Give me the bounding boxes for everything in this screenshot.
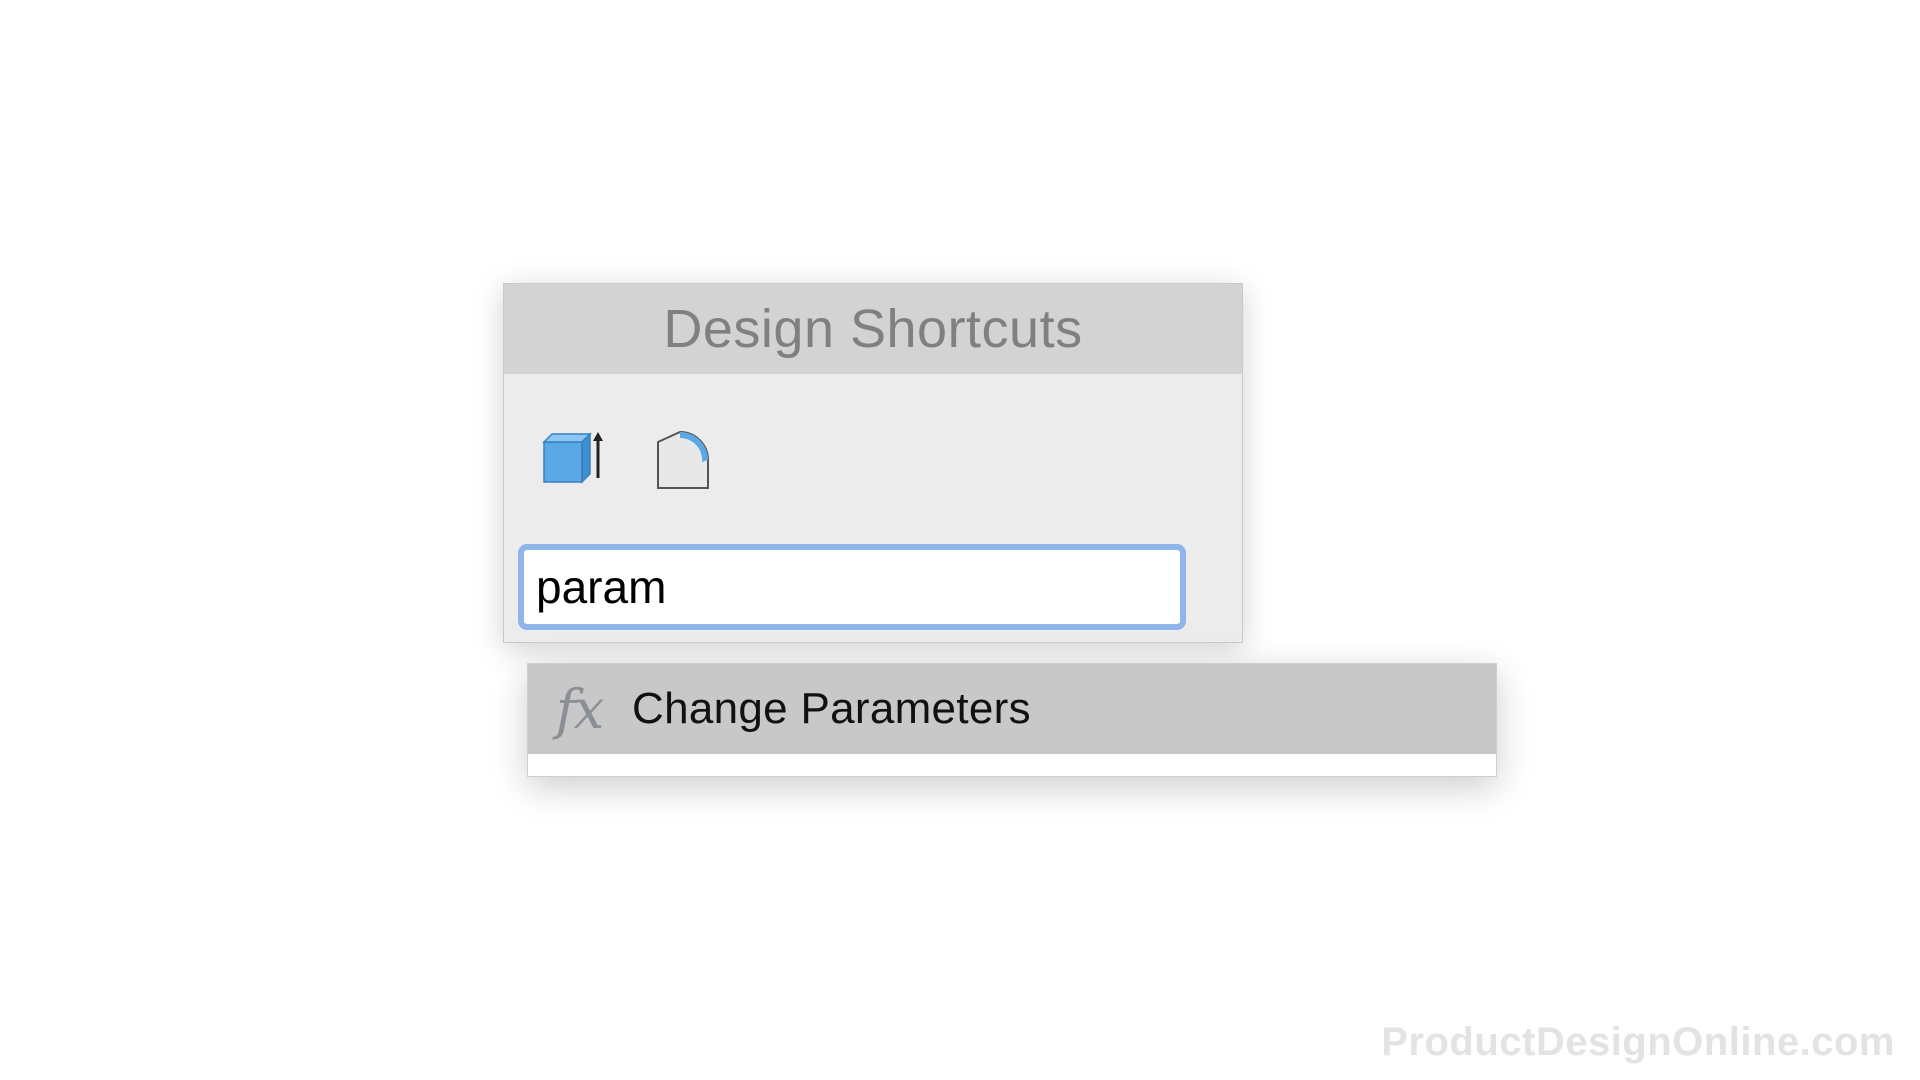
- result-label: Change Parameters: [632, 684, 1031, 733]
- search-results-dropdown: fx Change Parameters: [527, 663, 1497, 777]
- search-field-container: [518, 544, 1186, 630]
- fillet-button[interactable]: [650, 430, 716, 496]
- extrude-button[interactable]: [538, 430, 604, 496]
- panel-title: Design Shortcuts: [504, 284, 1242, 374]
- extrude-icon: [538, 428, 604, 499]
- search-input[interactable]: [524, 550, 1180, 624]
- watermark: ProductDesignOnline.com: [1381, 1020, 1895, 1064]
- result-item-change-parameters[interactable]: fx Change Parameters: [528, 664, 1496, 754]
- shortcut-toolbar: [538, 430, 716, 496]
- design-shortcuts-panel: Design Shortcuts: [503, 283, 1243, 643]
- function-fx-icon: fx: [555, 677, 604, 741]
- fillet-icon: [650, 428, 716, 499]
- stage: Design Shortcuts param fx Change Paramet…: [0, 0, 1920, 1080]
